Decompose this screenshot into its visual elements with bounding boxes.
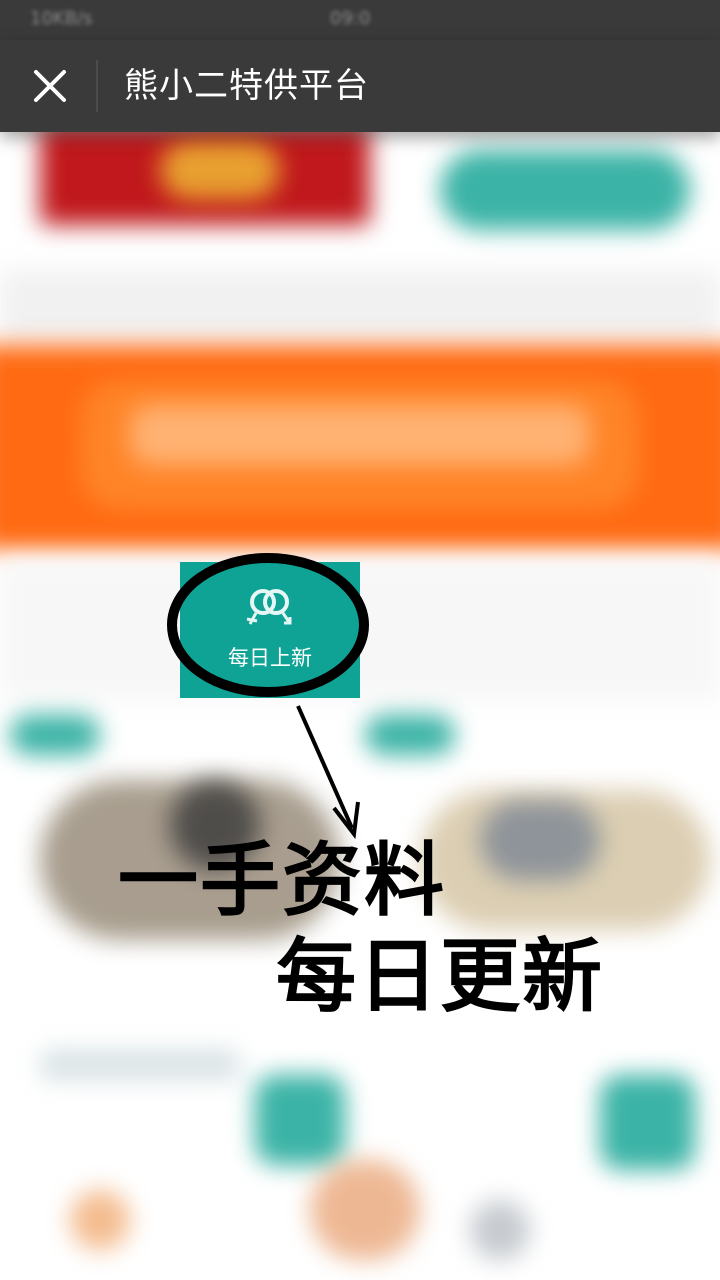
gender-rings-icon bbox=[246, 589, 292, 625]
page-title: 熊小二特供平台 bbox=[124, 66, 369, 106]
close-button[interactable] bbox=[20, 56, 80, 116]
daily-new-label: 每日上新 bbox=[228, 646, 312, 670]
status-bar: 10KB/s 09:0 bbox=[0, 0, 720, 40]
blurred-promo-text bbox=[130, 405, 590, 465]
blurred-tag-left bbox=[10, 715, 100, 755]
annotation-caption-line1: 一手资料 bbox=[118, 834, 446, 927]
blurred-thumb-2 bbox=[310, 1160, 420, 1260]
blurred-tag-right bbox=[365, 715, 455, 755]
blurred-banner-highlight bbox=[160, 140, 280, 200]
network-speed: 10KB/s bbox=[30, 8, 93, 29]
close-icon bbox=[34, 70, 66, 102]
blurred-thumb-3 bbox=[470, 1200, 530, 1260]
status-time: 09:0 bbox=[330, 8, 371, 29]
annotation-caption-line2: 每日更新 bbox=[276, 930, 604, 1023]
blurred-card-button-right bbox=[600, 1075, 695, 1170]
blurred-card-text bbox=[40, 1050, 240, 1080]
blurred-thumb-1 bbox=[70, 1190, 130, 1250]
blurred-banner-button bbox=[440, 150, 690, 230]
title-bar: 熊小二特供平台 bbox=[0, 40, 720, 132]
daily-new-tile[interactable]: 每日上新 bbox=[180, 562, 360, 698]
blurred-background bbox=[0, 0, 720, 1280]
blurred-card-button-left bbox=[255, 1075, 345, 1165]
blurred-tab-row bbox=[0, 270, 720, 340]
title-divider bbox=[96, 60, 98, 112]
blurred-product-right-detail bbox=[480, 800, 600, 880]
blurred-icon-row bbox=[0, 560, 720, 700]
